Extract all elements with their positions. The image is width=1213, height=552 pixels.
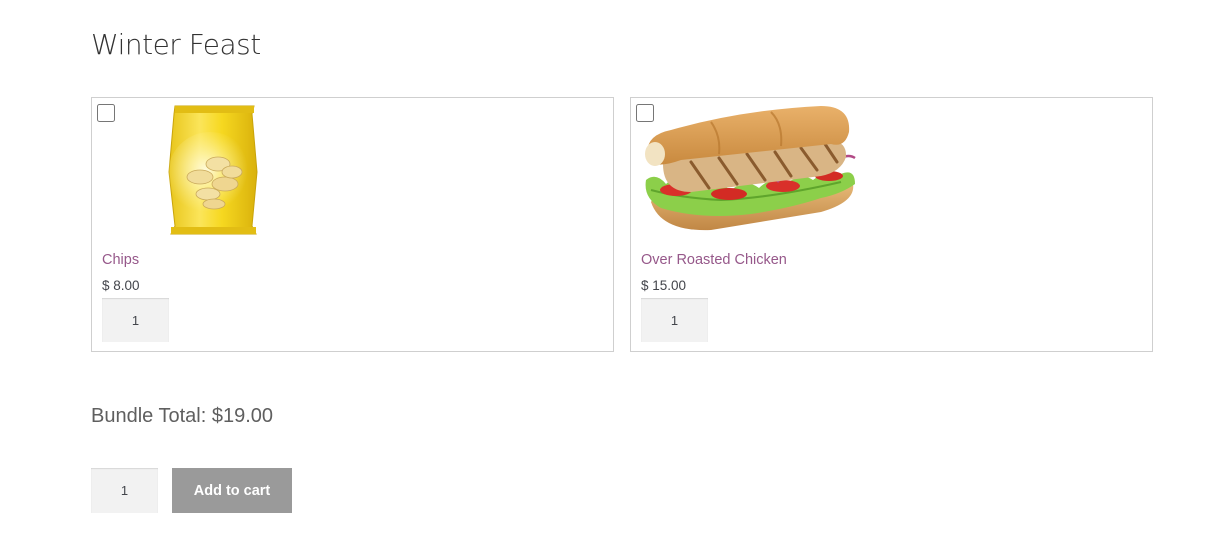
product-name-link[interactable]: Over Roasted Chicken xyxy=(641,252,787,268)
chicken-sandwich-image xyxy=(645,106,856,231)
chips-bag-image xyxy=(168,105,258,235)
add-to-cart-button[interactable]: Add to cart xyxy=(172,468,292,513)
product-quantity-input[interactable] xyxy=(641,298,708,342)
product-name-link[interactable]: Chips xyxy=(102,252,139,268)
page-title: Winter Feast xyxy=(91,28,261,61)
bundle-quantity-input[interactable] xyxy=(91,468,158,513)
product-quantity-input[interactable] xyxy=(102,298,169,342)
bundle-total: Bundle Total: $19.00 xyxy=(91,405,274,427)
product-card-chicken: Over Roasted Chicken $ 15.00 xyxy=(630,97,1153,352)
product-price: $ 8.00 xyxy=(102,278,140,293)
product-card-chips: Chips $ 8.00 xyxy=(91,97,614,352)
product-price: $ 15.00 xyxy=(641,278,687,293)
